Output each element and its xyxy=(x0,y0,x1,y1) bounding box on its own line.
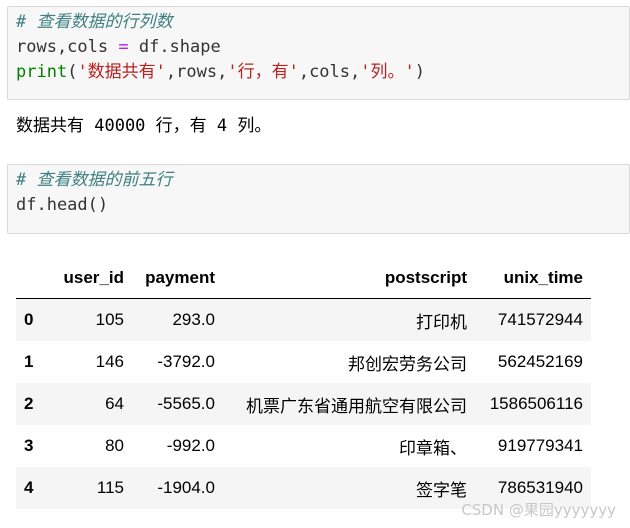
cell-output: 数据共有 40000 行，有 4 列。 xyxy=(16,116,272,136)
code-text: df.shape xyxy=(128,37,221,57)
cell-user-id: 80 xyxy=(105,436,124,455)
cell-user-id: 146 xyxy=(95,352,124,371)
code-text: ) xyxy=(414,62,425,82)
code-cell-head[interactable]: # 查看数据的前五行 df.head() xyxy=(7,164,630,234)
row-index: 0 xyxy=(24,310,34,329)
cell-user-id: 105 xyxy=(95,310,124,329)
cell-postscript: 打印机 xyxy=(416,312,467,332)
dataframe-table: user_id payment postscript unix_time 0 1… xyxy=(16,258,591,509)
cell-unix-time: 562452169 xyxy=(497,352,583,371)
cell-user-id: 64 xyxy=(105,394,124,413)
code-text: df.head() xyxy=(16,195,109,215)
code-text: rows,cols xyxy=(16,37,119,57)
cell-postscript: 机票广东省通用航空有限公司 xyxy=(246,396,467,416)
code-comment: # 查看数据的前五行 xyxy=(16,170,173,190)
table-row: 3 80 -992.0 印章箱、 919779341 xyxy=(16,425,591,467)
column-header-index xyxy=(16,258,52,299)
code-string: '列。' xyxy=(360,62,415,82)
column-header-postscript: postscript xyxy=(223,258,475,299)
code-string: '行，有' xyxy=(227,62,299,82)
code-text: ,cols, xyxy=(298,62,361,82)
code-builtin: print xyxy=(16,62,68,82)
row-index: 2 xyxy=(24,394,34,413)
table-row: 2 64 -5565.0 机票广东省通用航空有限公司 1586506116 xyxy=(16,383,591,425)
cell-unix-time: 1586506116 xyxy=(489,394,583,413)
cell-payment: 293.0 xyxy=(172,310,215,329)
cell-payment: -1904.0 xyxy=(157,478,215,497)
cell-unix-time: 741572944 xyxy=(497,310,583,329)
cell-postscript: 签字笔 xyxy=(416,480,467,500)
row-index: 3 xyxy=(24,436,34,455)
table-row: 0 105 293.0 打印机 741572944 xyxy=(16,298,591,341)
cell-payment: -3792.0 xyxy=(157,352,215,371)
code-operator: = xyxy=(118,37,129,57)
cell-user-id: 115 xyxy=(96,478,124,497)
table-row: 1 146 -3792.0 邦创宏劳务公司 562452169 xyxy=(16,341,591,383)
cell-payment: -5565.0 xyxy=(157,394,215,413)
cell-postscript: 邦创宏劳务公司 xyxy=(348,354,467,374)
code-text: ( xyxy=(67,62,78,82)
row-index: 1 xyxy=(24,352,34,371)
table-header-row: user_id payment postscript unix_time xyxy=(16,258,591,299)
column-header-unix-time: unix_time xyxy=(475,258,591,299)
cell-payment: -992.0 xyxy=(166,436,215,455)
column-header-payment: payment xyxy=(132,258,223,299)
cell-unix-time: 919779341 xyxy=(497,436,583,455)
cell-postscript: 印章箱、 xyxy=(399,438,467,458)
code-string: '数据共有' xyxy=(77,62,166,82)
code-comment: # 查看数据的行列数 xyxy=(16,12,173,32)
row-index: 4 xyxy=(24,478,34,497)
watermark-text: CSDN @果园yyyyyyy xyxy=(461,501,616,519)
column-header-user-id: user_id xyxy=(52,258,132,299)
code-cell-shape[interactable]: # 查看数据的行列数 rows,cols = df.shape print('数… xyxy=(7,6,630,100)
code-text: ,rows, xyxy=(165,62,228,82)
